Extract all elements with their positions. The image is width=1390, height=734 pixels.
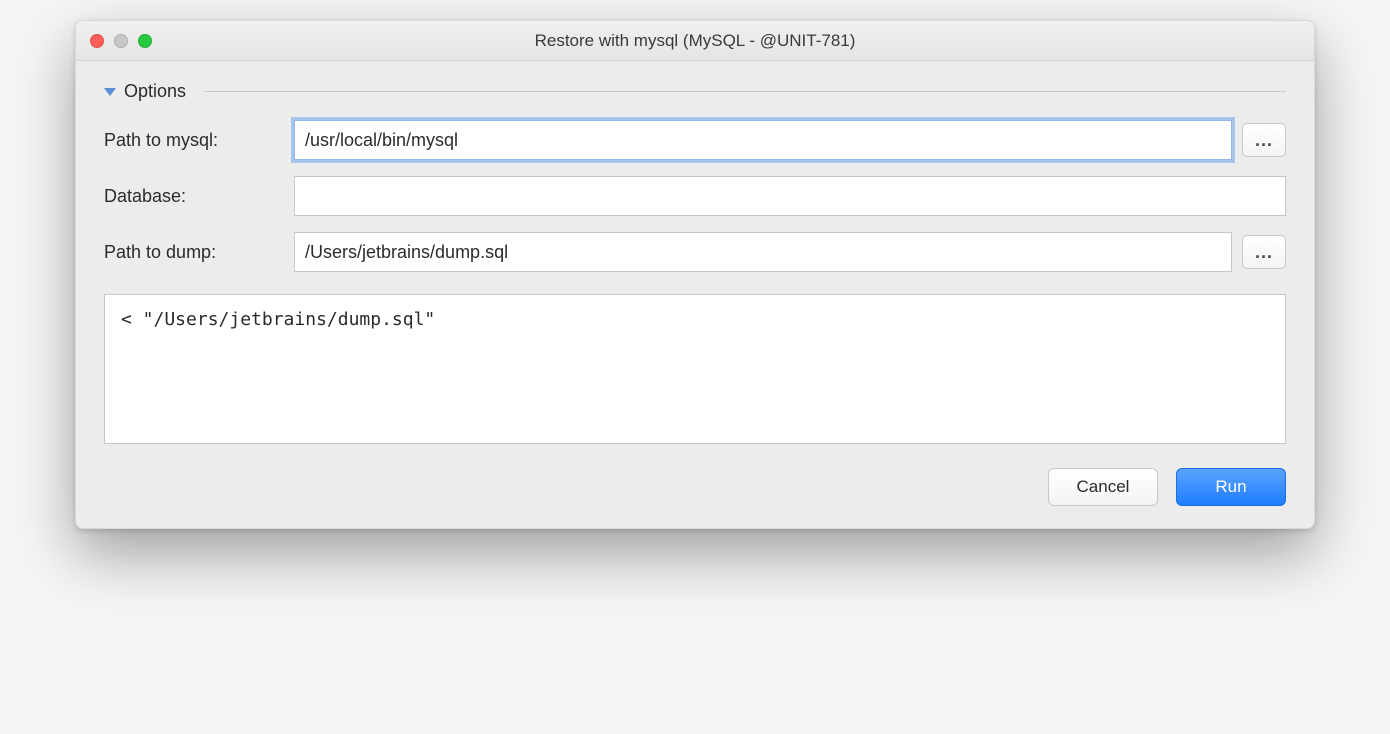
section-label: Options [124, 81, 186, 102]
zoom-icon[interactable] [138, 34, 152, 48]
dialog-window: Restore with mysql (MySQL - @UNIT-781) O… [75, 20, 1315, 529]
close-icon[interactable] [90, 34, 104, 48]
path-to-mysql-input[interactable] [294, 120, 1232, 160]
path-to-dump-label: Path to dump: [104, 242, 284, 263]
browse-mysql-button[interactable]: ... [1242, 123, 1286, 157]
section-divider [204, 91, 1286, 92]
window-title: Restore with mysql (MySQL - @UNIT-781) [76, 31, 1314, 51]
path-to-mysql-label: Path to mysql: [104, 130, 284, 151]
disclosure-triangle-icon[interactable] [104, 88, 116, 96]
row-database: Database: [104, 176, 1286, 216]
titlebar[interactable]: Restore with mysql (MySQL - @UNIT-781) [76, 21, 1314, 61]
run-button[interactable]: Run [1176, 468, 1286, 506]
traffic-lights [76, 34, 152, 48]
minimize-icon[interactable] [114, 34, 128, 48]
database-input[interactable] [294, 176, 1286, 216]
command-preview: < "/Users/jetbrains/dump.sql" [104, 294, 1286, 444]
dialog-footer: Cancel Run [104, 468, 1286, 506]
row-path-to-mysql: Path to mysql: ... [104, 120, 1286, 160]
path-to-dump-input[interactable] [294, 232, 1232, 272]
dialog-content: Options Path to mysql: ... Database: Pat… [76, 61, 1314, 528]
database-label: Database: [104, 186, 284, 207]
browse-dump-button[interactable]: ... [1242, 235, 1286, 269]
cancel-button[interactable]: Cancel [1048, 468, 1158, 506]
row-path-to-dump: Path to dump: ... [104, 232, 1286, 272]
section-header[interactable]: Options [104, 81, 1286, 102]
